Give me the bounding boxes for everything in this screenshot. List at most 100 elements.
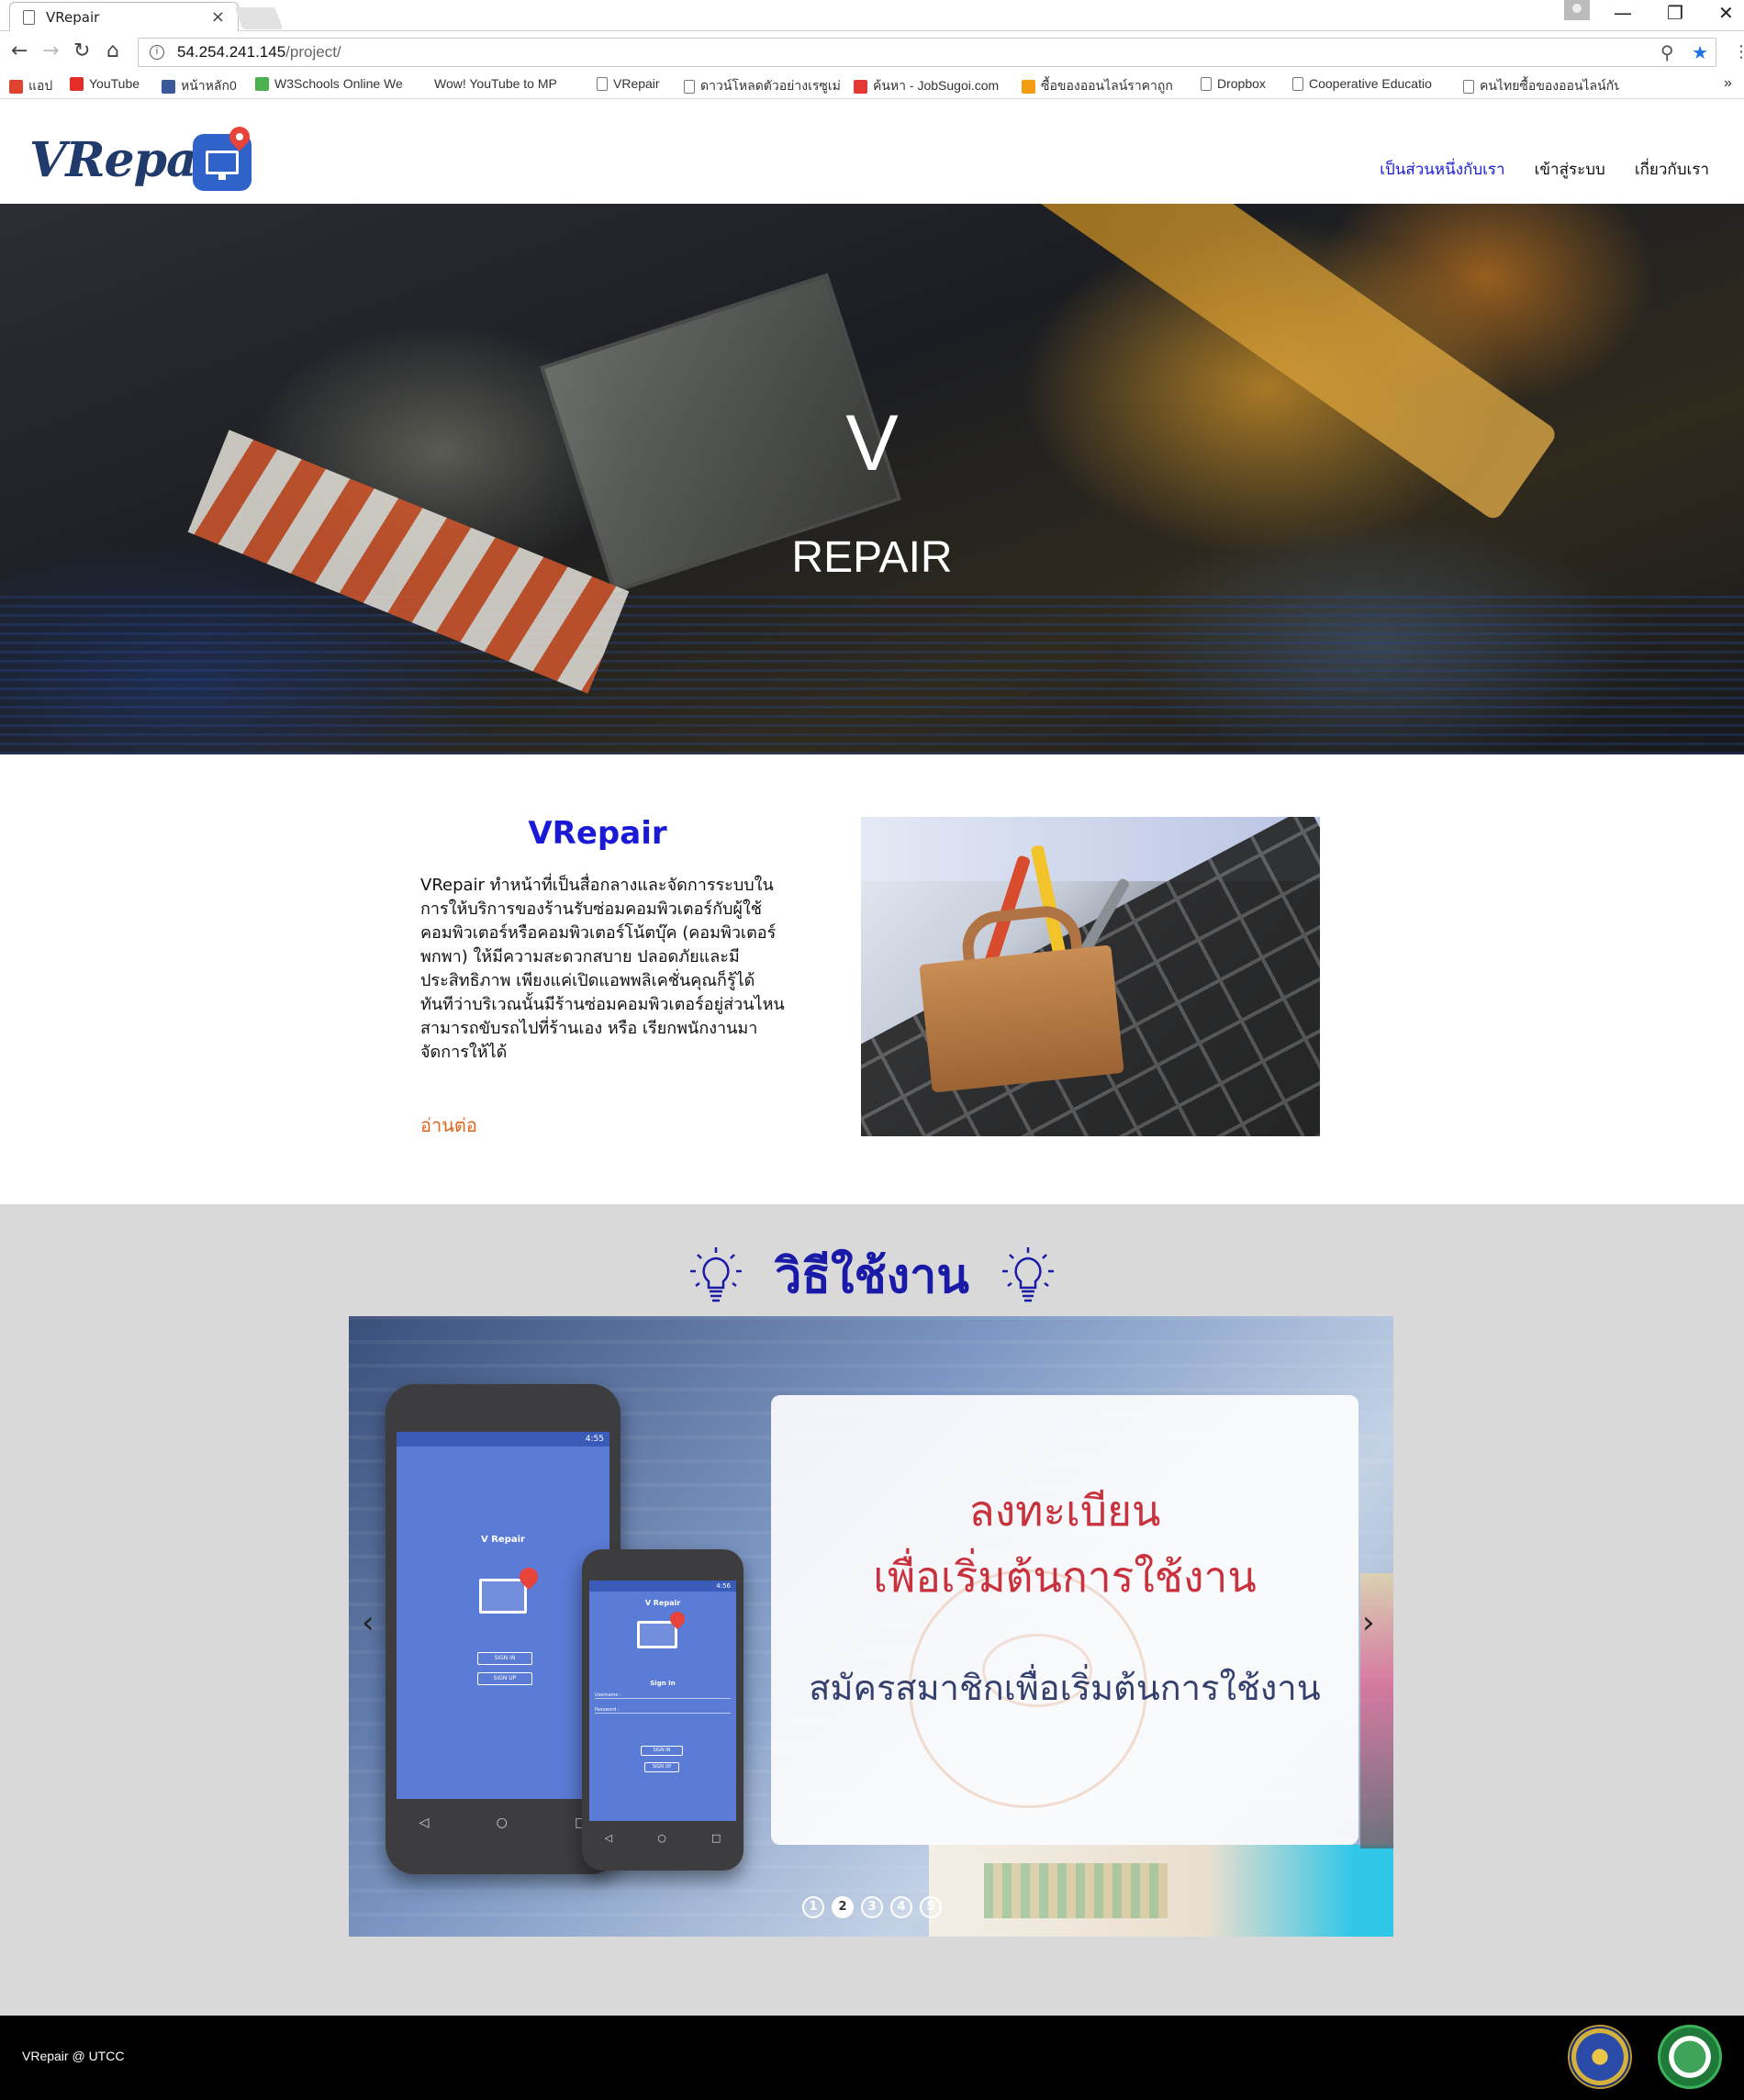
- page-icon: [597, 76, 608, 91]
- phone-status-time: 4:56: [589, 1581, 736, 1592]
- carousel-dot-4[interactable]: 4: [890, 1896, 912, 1918]
- bookmark-label: คนไทยซื้อของออนไลน์กัน: [1480, 78, 1619, 93]
- browser-tab-vrepair[interactable]: VRepair ×: [9, 2, 239, 31]
- bookmark-label: ค้นหา - JobSugoi.com: [873, 78, 1000, 93]
- slide-caption-card: ลงทะเบียน เพื่อเริ่มต้นการใช้งาน สมัครสม…: [771, 1395, 1358, 1845]
- apps-grid-icon: [9, 79, 23, 94]
- tab-close-icon[interactable]: ×: [211, 7, 225, 27]
- phone-signup-button: SIGN UP: [644, 1762, 679, 1772]
- bookmark-item[interactable]: หน้าหลัก0: [162, 76, 237, 96]
- toolbox-keyboard-image: [861, 817, 1320, 1136]
- slide-headline-line1: ลงทะเบียน: [968, 1486, 1161, 1536]
- reload-icon[interactable]: ↻: [73, 39, 90, 62]
- bookmark-item[interactable]: Cooperative Educatio: [1292, 76, 1432, 91]
- footer-copyright: VRepair @ UTCC: [22, 2049, 125, 2063]
- phone-form-title: Sign In: [650, 1680, 676, 1687]
- carousel-dot-1[interactable]: 1: [802, 1896, 824, 1918]
- bookmark-label: YouTube: [89, 76, 140, 91]
- carousel-pagination: 1 2 3 4 5: [802, 1896, 942, 1918]
- profile-icon[interactable]: [1564, 0, 1590, 20]
- w3schools-icon: [255, 76, 269, 91]
- bookmark-label: แอป: [28, 78, 53, 93]
- howto-title: วิธีใช้งาน: [775, 1249, 969, 1304]
- main-nav: เป็นส่วนหนึ่งกับเรา เข้าสู่ระบบ เกี่ยวกั…: [1380, 157, 1709, 182]
- page-icon: [684, 79, 695, 94]
- phone-mockup-small: 4:56 V Repair Sign In Username : Passwor…: [582, 1549, 743, 1871]
- carousel-dot-3[interactable]: 3: [861, 1896, 883, 1918]
- bookmark-item[interactable]: ซื้อของออนไลน์ราคาถูก: [1022, 76, 1173, 96]
- window-minimize-button[interactable]: —: [1614, 2, 1632, 24]
- nav-about-us[interactable]: เกี่ยวกับเรา: [1635, 157, 1709, 182]
- monitor-icon: [637, 1621, 677, 1648]
- phone-app-title: V Repair: [481, 1535, 525, 1545]
- phone-app-title: V Repair: [644, 1599, 681, 1607]
- monitor-pin-logo-icon[interactable]: [193, 122, 254, 191]
- url-host: 54.254.241.145: [177, 43, 286, 61]
- page-icon: [1463, 79, 1474, 94]
- read-more-link[interactable]: อ่านต่อ: [420, 1111, 477, 1140]
- bookmark-item[interactable]: W3Schools Online We: [255, 76, 403, 91]
- hero-title: V: [845, 399, 899, 487]
- bookmark-label: หน้าหลัก0: [181, 78, 237, 93]
- back-arrow-icon[interactable]: ←: [11, 39, 28, 62]
- phone-signin-button: SIGN IN: [477, 1652, 532, 1665]
- home-icon[interactable]: ⌂: [106, 39, 119, 62]
- bookmark-label: Wow! YouTube to MP: [434, 76, 557, 91]
- slide-subtitle: สมัครสมาชิกเพื่อเริ่มต้นการใช้งาน: [809, 1668, 1321, 1708]
- bookmarks-overflow-button[interactable]: »: [1724, 75, 1732, 92]
- hero-subtitle: REPAIR: [791, 533, 953, 582]
- bookmark-label: ซื้อของออนไลน์ราคาถูก: [1041, 78, 1173, 93]
- about-section: VRepair VRepair ทำหน้าที่เป็นสื่อกลางและ…: [0, 754, 1744, 1204]
- page-icon: [1201, 76, 1212, 91]
- facebook-icon: [162, 79, 175, 94]
- lightbulb-icon: [1001, 1246, 1054, 1301]
- bookmark-item[interactable]: คนไทยซื้อของออนไลน์กัน: [1463, 76, 1619, 96]
- howto-carousel[interactable]: 4:55 V Repair SIGN IN SIGN UP ◁ ○ □ 4:56 V…: [349, 1316, 1393, 1937]
- blank-icon: [415, 77, 429, 91]
- address-bar[interactable]: i 54.254.241.145/project/ ⚲ ★: [138, 38, 1716, 67]
- university-seal-icon: [1568, 2025, 1632, 2089]
- about-description: VRepair ทำหน้าที่เป็นสื่อกลางและจัดการระ…: [420, 876, 785, 1062]
- phone-signin-button: SIGN IN: [641, 1746, 683, 1756]
- url-path: /project/: [285, 43, 341, 61]
- bookmark-item[interactable]: ค้นหา - JobSugoi.com: [854, 76, 999, 96]
- bookmark-item[interactable]: YouTube: [70, 76, 140, 91]
- carousel-prev-button[interactable]: ‹: [362, 1604, 375, 1641]
- bookmark-star-icon[interactable]: ★: [1692, 43, 1708, 63]
- nav-join-us[interactable]: เป็นส่วนหนึ่งกับเรา: [1380, 157, 1504, 182]
- zoom-icon[interactable]: ⚲: [1660, 43, 1674, 63]
- bookmark-label: ดาวน์โหลดตัวอย่างเรซูเม่: [700, 78, 841, 93]
- bookmark-item[interactable]: VRepair: [597, 76, 660, 91]
- howto-section: วิธีใช้งาน 4:55 V Repair SIGN IN SIGN UP…: [0, 1204, 1744, 2016]
- lightbulb-icon: [690, 1246, 743, 1301]
- lazada-icon: [1022, 79, 1035, 94]
- jobsugoi-icon: [854, 79, 867, 94]
- forward-arrow-icon[interactable]: →: [42, 39, 59, 62]
- phone-nav-buttons: ◁ ○ □: [604, 1832, 721, 1844]
- carousel-dot-5[interactable]: 5: [920, 1896, 942, 1918]
- new-tab-button[interactable]: [234, 7, 284, 29]
- bookmarks-bar: » แอป YouTube หน้าหลัก0 W3Schools Online We…: [0, 72, 1744, 99]
- phone-signup-button: SIGN UP: [477, 1672, 532, 1685]
- bookmark-label: Dropbox: [1217, 76, 1266, 91]
- window-close-button[interactable]: ✕: [1718, 2, 1734, 24]
- browser-menu-icon[interactable]: ⋮: [1733, 42, 1744, 61]
- hero-banner: V REPAIR: [0, 204, 1744, 754]
- site-info-icon[interactable]: i: [150, 45, 164, 60]
- about-title: VRepair: [528, 815, 667, 852]
- green-apple-logo-icon: [1658, 2025, 1722, 2089]
- carousel-next-button[interactable]: ›: [1362, 1604, 1375, 1641]
- bookmark-item[interactable]: ดาวน์โหลดตัวอย่างเรซูเม่: [684, 76, 841, 96]
- bookmark-label: VRepair: [613, 76, 660, 91]
- bookmark-item[interactable]: Wow! YouTube to MP: [415, 76, 557, 91]
- carousel-dot-2[interactable]: 2: [832, 1896, 854, 1918]
- nav-login[interactable]: เข้าสู่ระบบ: [1535, 157, 1605, 182]
- page-icon: [1292, 76, 1303, 91]
- monitor-icon: [479, 1579, 527, 1614]
- bookmark-item[interactable]: Dropbox: [1201, 76, 1266, 91]
- howto-heading: วิธีใช้งาน: [0, 1237, 1744, 1313]
- bookmark-item[interactable]: แอป: [9, 76, 52, 96]
- youtube-icon: [70, 76, 84, 91]
- browser-tab-strip: VRepair × — ❐ ✕: [0, 0, 1744, 31]
- window-restore-button[interactable]: ❐: [1667, 2, 1683, 24]
